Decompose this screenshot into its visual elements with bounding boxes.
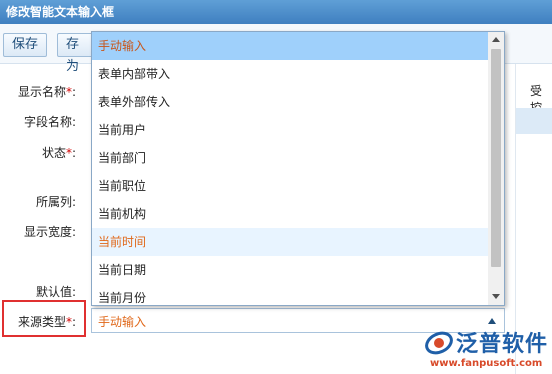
logo-brand-text: 泛普软件 [456,332,549,357]
dropdown-option-form-internal[interactable]: 表单内部带入 [92,60,489,88]
controlled-panel-header [516,108,552,134]
scroll-down-icon[interactable] [488,289,504,305]
scroll-up-icon[interactable] [488,32,504,48]
display-name-label: 显示名称*: [17,85,76,99]
display-width-label: 显示宽度: [23,225,76,239]
window-title: 修改智能文本输入框 [0,0,552,24]
source-type-dropdown: 手动输入 表单内部带入 表单外部传入 当前用户 当前部门 当前职位 当前机构 当… [91,31,505,306]
highlight-frame [2,300,86,337]
dropdown-option-current-user[interactable]: 当前用户 [92,116,489,144]
column-label: 所属列: [35,195,76,209]
logo-url-text: www.fanpusoft.com [430,358,543,369]
scrollbar-thumb[interactable] [491,49,501,267]
default-value-label: 默认值: [35,285,76,299]
dropdown-option-current-position[interactable]: 当前职位 [92,172,489,200]
dropdown-option-current-month[interactable]: 当前月份 [92,284,489,305]
dropdown-option-current-date[interactable]: 当前日期 [92,256,489,284]
chevron-up-icon[interactable] [488,318,496,324]
status-label: 状态*: [41,146,76,160]
dropdown-option-current-department[interactable]: 当前部门 [92,144,489,172]
dropdown-option-manual-input[interactable]: 手动输入 [92,32,489,60]
field-name-label: 字段名称: [23,115,76,129]
dropdown-option-form-external[interactable]: 表单外部传入 [92,88,489,116]
logo-mark-icon [425,331,453,355]
brand-logo: 泛普软件 www.fanpusoft.com [424,326,552,374]
source-type-value: 手动输入 [98,315,147,329]
dropdown-option-current-organization[interactable]: 当前机构 [92,200,489,228]
dropdown-scrollbar[interactable] [488,32,504,305]
save-button[interactable]: 保存 [3,33,48,57]
dropdown-option-current-time[interactable]: 当前时间 [92,228,489,256]
